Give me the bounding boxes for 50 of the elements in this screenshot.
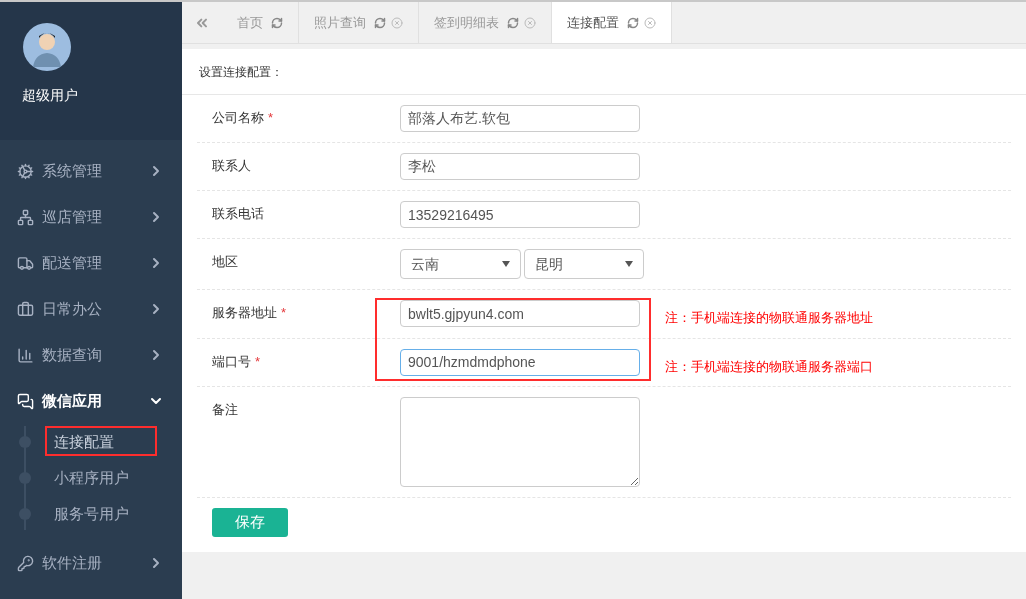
menu-item[interactable]: 微信应用: [0, 378, 182, 424]
menu-item[interactable]: 数据查询: [0, 332, 182, 378]
key-icon: [17, 554, 34, 572]
hint-text: 注：手机端连接的物联通服务器端口: [665, 357, 873, 376]
field-label: 联系电话: [212, 205, 264, 223]
refresh-icon[interactable]: [374, 16, 386, 29]
menu-item[interactable]: 日常办公: [0, 286, 182, 332]
text-field[interactable]: 李松: [400, 153, 640, 180]
field-label: 端口号: [212, 352, 251, 371]
hierarchy-icon: [17, 208, 34, 226]
bar-chart-icon: [17, 346, 34, 364]
close-icon[interactable]: [644, 16, 656, 29]
field-label: 联系人: [212, 157, 251, 175]
field-label: 服务器地址: [212, 304, 277, 322]
avatar-icon: [23, 23, 71, 71]
required-mark: *: [255, 352, 261, 371]
briefcase-icon: [17, 300, 34, 318]
submenu-item[interactable]: 服务号用户: [54, 502, 129, 526]
user-name: 超级用户: [22, 86, 79, 105]
field-label: 备注: [212, 401, 238, 419]
text-field[interactable]: 13529216495: [400, 201, 640, 228]
caret-icon: [625, 261, 633, 267]
tab[interactable]: 连接配置: [552, 2, 672, 43]
submenu-item[interactable]: 小程序用户: [54, 466, 129, 490]
menu-item[interactable]: 软件注册: [0, 540, 182, 586]
text-field[interactable]: 9001/hzmdmdphone: [400, 348, 640, 376]
refresh-icon[interactable]: [627, 16, 639, 29]
submenu-item[interactable]: 连接配置: [54, 430, 114, 454]
truck-icon: [17, 254, 34, 272]
dropdown[interactable]: 云南: [400, 249, 521, 279]
close-icon[interactable]: [524, 16, 536, 29]
chat-bubbles-icon: [17, 392, 34, 410]
dropdown[interactable]: 昆明: [524, 249, 644, 279]
field-label: 公司名称: [212, 109, 264, 127]
required-mark: *: [268, 109, 274, 127]
menu-item[interactable]: 系统管理: [0, 148, 182, 194]
notes-field[interactable]: [400, 397, 640, 487]
field-label: 地区: [212, 253, 238, 271]
caret-icon: [502, 261, 510, 267]
refresh-icon[interactable]: [271, 16, 283, 29]
refresh-icon[interactable]: [507, 16, 519, 29]
text-field[interactable]: 部落人布艺.软包: [400, 105, 640, 132]
required-mark: *: [281, 304, 287, 322]
text-field[interactable]: bwlt5.gjpyun4.com: [400, 300, 640, 327]
hint-text: 注：手机端连接的物联通服务器地址: [665, 309, 873, 327]
menu-item[interactable]: 巡店管理: [0, 194, 182, 240]
gear-icon: [17, 162, 34, 180]
form-title: 设置连接配置：: [182, 49, 1026, 95]
close-icon[interactable]: [391, 16, 403, 29]
menu-item[interactable]: 配送管理: [0, 240, 182, 286]
